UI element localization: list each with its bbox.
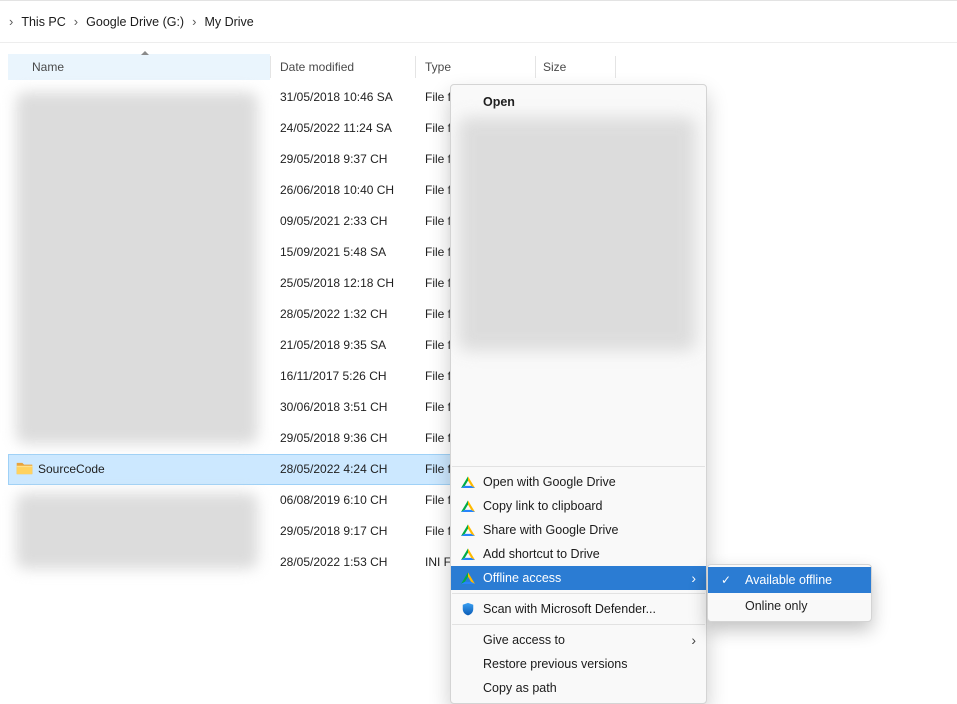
column-header-name[interactable]: Name: [8, 54, 270, 80]
checkmark-icon: ✓: [721, 573, 732, 587]
menu-item-label: Restore previous versions: [483, 657, 628, 671]
file-date: 29/05/2018 9:36 CH: [280, 431, 388, 445]
file-date: 16/11/2017 5:26 CH: [280, 369, 387, 383]
menu-item-restore-previous-versions[interactable]: Restore previous versions: [451, 652, 706, 676]
breadcrumb: › This PC › Google Drive (G:) › My Drive: [0, 0, 957, 43]
google-drive-icon: [460, 474, 476, 490]
defender-shield-icon: [460, 601, 476, 617]
submenu-arrow-icon: ›: [691, 570, 696, 586]
redacted-file-names-block: [16, 92, 258, 444]
submenu-arrow-icon: ›: [691, 632, 696, 648]
submenu-item-available-offline[interactable]: ✓ Available offline: [708, 567, 871, 593]
menu-item-label: Offline access: [483, 571, 562, 585]
column-divider: [615, 56, 616, 78]
menu-item-share-with-google-drive[interactable]: Share with Google Drive: [451, 518, 706, 542]
breadcrumb-this-pc[interactable]: This PC: [14, 10, 72, 34]
breadcrumb-my-drive[interactable]: My Drive: [197, 10, 260, 34]
menu-item-label: Copy link to clipboard: [483, 499, 603, 513]
column-divider: [535, 56, 536, 78]
column-divider: [415, 56, 416, 78]
google-drive-icon: [460, 522, 476, 538]
column-header-size[interactable]: Size: [543, 54, 566, 80]
submenu-item-label: Online only: [745, 599, 808, 613]
menu-item-give-access-to[interactable]: Give access to ›: [451, 628, 706, 652]
folder-icon: [16, 462, 33, 475]
column-header-date-modified[interactable]: Date modified: [280, 54, 354, 80]
column-header-row: Name Date modified Type Size: [0, 54, 957, 80]
file-date: 24/05/2022 11:24 SA: [280, 121, 392, 135]
redacted-menu-items-block: [458, 117, 696, 351]
offline-access-submenu: ✓ Available offline Online only: [707, 564, 872, 622]
file-date: 15/09/2021 5:48 SA: [280, 245, 387, 259]
menu-item-offline-access[interactable]: Offline access ›: [451, 566, 706, 590]
menu-item-scan-with-defender[interactable]: Scan with Microsoft Defender...: [451, 597, 706, 621]
menu-item-add-shortcut-to-drive[interactable]: Add shortcut to Drive: [451, 542, 706, 566]
file-date: 31/05/2018 10:46 SA: [280, 90, 393, 104]
redacted-file-names-block: [16, 493, 258, 569]
file-date: 30/06/2018 3:51 CH: [280, 400, 388, 414]
breadcrumb-google-drive[interactable]: Google Drive (G:): [79, 10, 191, 34]
menu-separator: [452, 624, 705, 625]
menu-separator: [452, 466, 705, 467]
file-date: 28/05/2022 1:32 CH: [280, 307, 388, 321]
menu-item-open[interactable]: Open: [451, 89, 706, 115]
file-date: 28/05/2022 1:53 CH: [280, 555, 388, 569]
file-date: 28/05/2022 4:24 CH: [280, 462, 388, 476]
menu-item-label: Give access to: [483, 633, 565, 647]
file-date: 06/08/2019 6:10 CH: [280, 493, 388, 507]
menu-item-label: Copy as path: [483, 681, 557, 695]
google-drive-icon: [460, 498, 476, 514]
file-date: 25/05/2018 12:18 CH: [280, 276, 395, 290]
menu-item-copy-as-path[interactable]: Copy as path: [451, 676, 706, 700]
menu-separator: [452, 593, 705, 594]
submenu-item-label: Available offline: [745, 573, 833, 587]
submenu-item-online-only[interactable]: Online only: [708, 593, 871, 619]
file-date: 26/06/2018 10:40 CH: [280, 183, 395, 197]
sort-ascending-icon: [141, 51, 149, 55]
google-drive-icon: [460, 546, 476, 562]
file-date: 21/05/2018 9:35 SA: [280, 338, 387, 352]
context-menu: Open Open with Google Drive Copy link to…: [450, 84, 707, 704]
menu-item-copy-link-to-clipboard[interactable]: Copy link to clipboard: [451, 494, 706, 518]
menu-item-open-with-google-drive[interactable]: Open with Google Drive: [451, 470, 706, 494]
column-divider: [270, 56, 271, 78]
menu-item-label: Open with Google Drive: [483, 475, 616, 489]
menu-item-label: Scan with Microsoft Defender...: [483, 602, 656, 616]
menu-item-label: Share with Google Drive: [483, 523, 619, 537]
google-drive-icon: [460, 570, 476, 586]
column-header-type[interactable]: Type: [425, 54, 451, 80]
file-name: SourceCode: [38, 462, 105, 476]
file-date: 29/05/2018 9:17 CH: [280, 524, 388, 538]
menu-item-label: Add shortcut to Drive: [483, 547, 600, 561]
file-date: 09/05/2021 2:33 CH: [280, 214, 388, 228]
file-date: 29/05/2018 9:37 CH: [280, 152, 388, 166]
